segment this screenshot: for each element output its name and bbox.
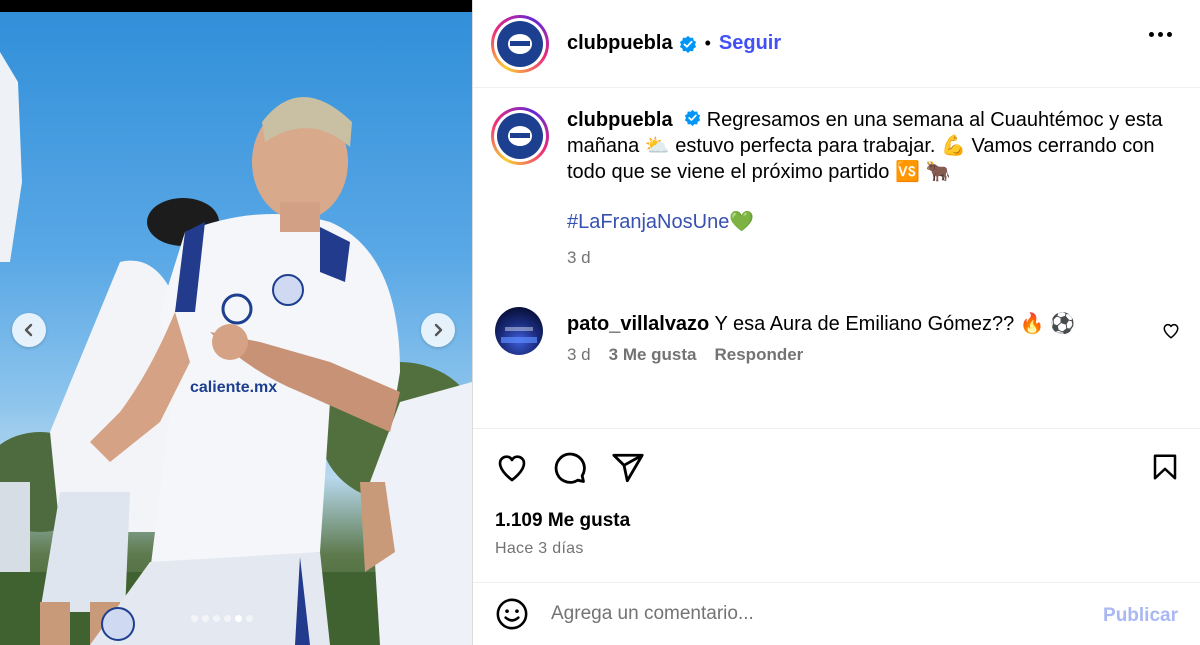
bookmark-icon[interactable] (1150, 451, 1180, 488)
carousel-dot (246, 615, 253, 622)
comment-likes[interactable]: 3 Me gusta (609, 345, 697, 365)
post-username[interactable]: clubpuebla (567, 32, 673, 55)
comment-timestamp[interactable]: 3 d (567, 345, 591, 365)
previous-image-button[interactable] (12, 313, 46, 347)
carousel-indicator (191, 615, 253, 622)
verified-badge-icon (679, 35, 697, 53)
comment-input[interactable] (551, 603, 1071, 625)
likes-count[interactable]: 1.109 Me gusta (495, 510, 630, 532)
chevron-left-icon (24, 323, 33, 337)
commenter-username[interactable]: pato_villalvazo (567, 313, 709, 335)
smiley-icon[interactable] (495, 597, 529, 631)
commenter-avatar[interactable] (495, 307, 543, 355)
caption-avatar[interactable] (491, 107, 549, 165)
post-details: clubpuebla • Seguir clubpuebla Regresamo… (472, 0, 1200, 645)
separator-dot: • (704, 33, 711, 53)
more-options-icon[interactable] (1149, 32, 1172, 37)
add-comment-bar: Publicar (473, 582, 1200, 645)
post-media: caliente.mx (0, 0, 472, 645)
carousel-dot (213, 615, 220, 622)
profile-avatar[interactable] (491, 14, 549, 73)
publish-button[interactable]: Publicar (1103, 605, 1178, 627)
post-photo: caliente.mx (0, 52, 472, 645)
follow-button[interactable]: Seguir (719, 32, 781, 55)
comment-icon[interactable] (553, 451, 587, 485)
post-timestamp[interactable]: Hace 3 días (495, 540, 584, 558)
club-crest-icon (508, 126, 532, 146)
comment-item: pato_villalvazo Y esa Aura de Emiliano G… (495, 307, 1075, 365)
chevron-right-icon (434, 323, 443, 337)
heart-icon[interactable] (495, 452, 529, 484)
post-header: clubpuebla • Seguir (473, 0, 1200, 88)
share-icon[interactable] (611, 451, 645, 485)
caption-timestamp[interactable]: 3 d (567, 245, 1167, 271)
caption-username[interactable]: clubpuebla (567, 109, 673, 131)
next-image-button[interactable] (421, 313, 455, 347)
comment-like-heart-icon[interactable] (1162, 322, 1180, 345)
media-top-bar (0, 0, 472, 12)
carousel-dot (224, 615, 231, 622)
club-crest-icon (508, 33, 532, 54)
carousel-dot (202, 615, 209, 622)
post-actions (495, 448, 1180, 488)
carousel-dot (191, 615, 198, 622)
reply-button[interactable]: Responder (715, 345, 804, 365)
carousel-dot-active (235, 615, 242, 622)
hashtag-link[interactable]: #LaFranjaNosUne💚 (567, 209, 754, 235)
comments-section: clubpuebla Regresamos en una semana al C… (473, 89, 1200, 429)
comment-text: Y esa Aura de Emiliano Gómez?? 🔥 ⚽ (714, 313, 1076, 335)
svg-text:caliente.mx: caliente.mx (190, 379, 277, 396)
verified-badge-icon (684, 109, 701, 126)
post-caption: clubpuebla Regresamos en una semana al C… (491, 107, 1167, 271)
